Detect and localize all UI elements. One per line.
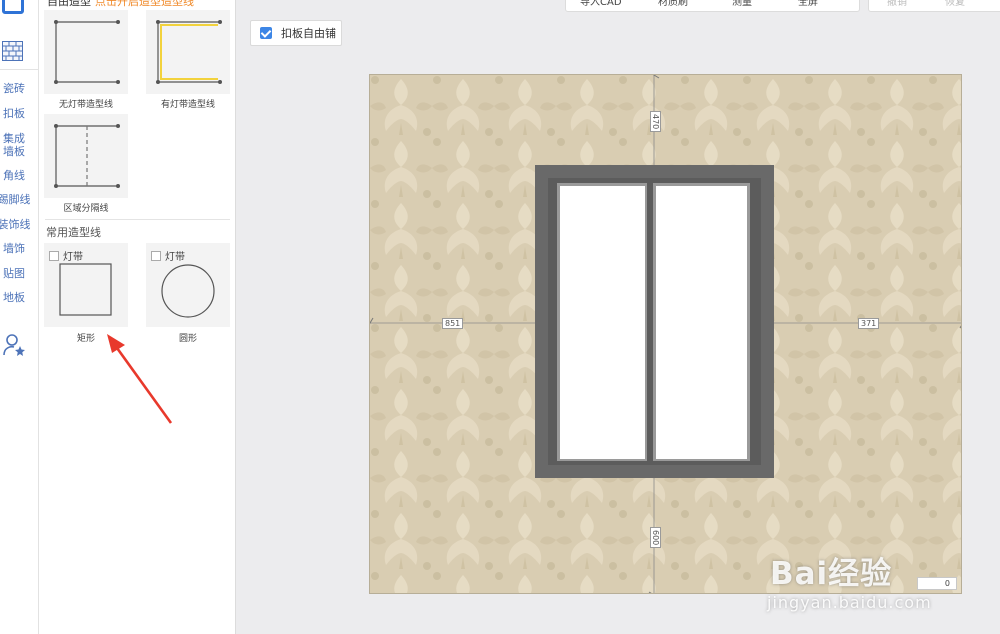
baidu-watermark-logo: Bai经验 [770, 556, 893, 592]
area-divider-line-icon [54, 124, 120, 188]
window-shape[interactable] [535, 165, 774, 478]
rail-divider [0, 69, 39, 70]
checkbox-box[interactable] [151, 250, 161, 261]
tile-label-no-light-strip: 无灯带造型线 [58, 100, 113, 110]
free-tile-label: 扣板自由铺 [281, 27, 336, 40]
tile-label-light-strip: 有灯带造型线 [160, 100, 215, 110]
user-favorite-icon[interactable] [2, 333, 26, 357]
rail-item-floor[interactable]: 地板 [0, 292, 28, 304]
catalog-panel: 自由造型点击开启造型造型线 无灯带造型线 有灯带造型线 区域分隔线 常用造型线 [39, 0, 236, 634]
dimension-left: 851 [442, 318, 464, 329]
rail-item-skirting[interactable]: 踢脚线 [0, 194, 32, 206]
scene-icon[interactable] [2, 0, 24, 14]
material-brush-button[interactable]: 材质刷 [658, 0, 688, 8]
rail-item-panels[interactable]: 扣板 [0, 108, 28, 120]
wallpaper-pattern [370, 75, 961, 593]
dimension-right: 371 [858, 318, 880, 329]
no-light-strip-line-icon [54, 20, 120, 84]
import-cad-button[interactable]: 导入CAD [580, 0, 622, 8]
checkbox-label: 灯带 [63, 252, 83, 263]
tile-label-rectangle: 矩形 [76, 334, 95, 344]
dimension-top: 470 [650, 111, 661, 133]
left-category-rail: 瓷砖 扣板 集成 墙板 角线 踢脚线 装饰线 墙饰 贴图 地板 [0, 0, 39, 634]
rail-item-wallboard[interactable]: 墙板 [0, 146, 28, 158]
fullscreen-button[interactable]: 全屏 [798, 0, 818, 8]
tile-label-area-divider: 区域分隔线 [63, 204, 109, 214]
redo-button[interactable]: 恢复 [945, 0, 965, 8]
free-tile-toggle[interactable]: 扣板自由铺 [250, 20, 342, 46]
checkbox-checked-icon[interactable] [260, 27, 272, 39]
rail-item-wall-decor[interactable]: 墙饰 [0, 243, 28, 255]
light-strip-checkbox-circle[interactable]: 灯带 [151, 248, 185, 263]
tile-rectangle[interactable]: 灯带 [44, 243, 128, 327]
dimension-bottom: 600 [650, 527, 661, 549]
rail-item-corner-line[interactable]: 角线 [0, 170, 28, 182]
section-free-shape-header: 自由造型 点击开启造型造型线 [47, 0, 194, 9]
tile-label-circle: 圆形 [178, 334, 197, 344]
rail-item-tiles[interactable]: 瓷砖 [0, 83, 28, 95]
section-common-title: 常用造型线 [46, 226, 101, 239]
toolbar-history: 撤销 恢复 [868, 0, 1000, 12]
undo-button[interactable]: 撤销 [887, 0, 907, 8]
wall-canvas[interactable]: 470 851 371 600 [369, 74, 962, 594]
tile-area-divider-line[interactable] [44, 114, 128, 198]
section-free-shape-note: 点击开启造型造型线 [95, 0, 194, 8]
rail-item-decal[interactable]: 贴图 [0, 268, 28, 280]
brick-wall-icon[interactable] [2, 41, 23, 61]
zoom-input[interactable]: 0 [917, 577, 957, 590]
checkbox-box[interactable] [49, 250, 59, 261]
baidu-watermark-url: jingyan.baidu.com [767, 593, 932, 612]
tile-no-light-strip-line[interactable] [44, 10, 128, 94]
tile-circle[interactable]: 灯带 [146, 243, 230, 327]
light-strip-checkbox-rect[interactable]: 灯带 [49, 248, 83, 263]
tile-light-strip-line[interactable] [146, 10, 230, 94]
measure-button[interactable]: 测量 [732, 0, 752, 8]
section-free-shape-title: 自由造型 [47, 0, 91, 8]
light-strip-line-icon [156, 20, 222, 84]
section-divider [45, 219, 230, 220]
checkbox-label: 灯带 [165, 252, 185, 263]
rail-item-integrated[interactable]: 集成 [0, 133, 28, 145]
rail-item-decor-line[interactable]: 装饰线 [0, 219, 32, 231]
toolbar-main: 导入CAD 材质刷 测量 全屏 [565, 0, 860, 12]
